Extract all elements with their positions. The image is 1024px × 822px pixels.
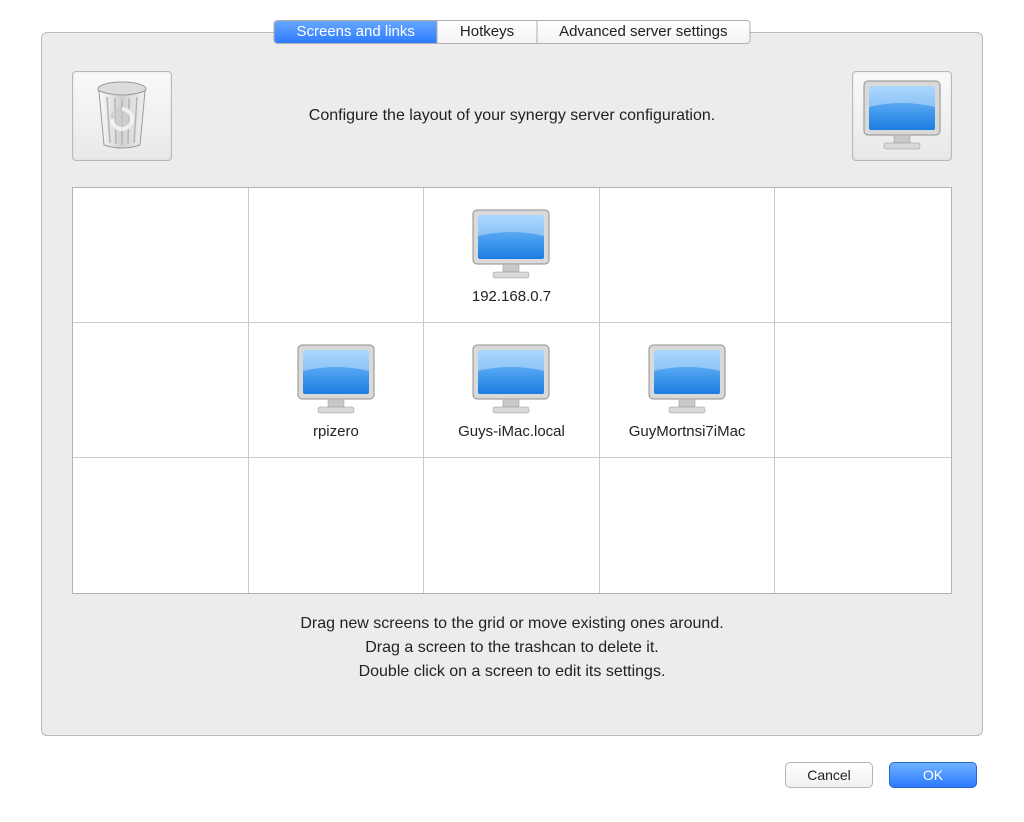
- footer-line: Drag new screens to the grid or move exi…: [42, 612, 982, 636]
- grid-cell[interactable]: [775, 458, 951, 593]
- trashcan-icon: [91, 81, 153, 151]
- monitor-icon: [645, 341, 729, 419]
- monitor-icon: [294, 341, 378, 419]
- grid-cell[interactable]: [249, 458, 425, 593]
- footer-instructions: Drag new screens to the grid or move exi…: [42, 612, 982, 684]
- tab-hotkeys[interactable]: Hotkeys: [438, 21, 537, 43]
- grid-cell-screen[interactable]: 192.168.0.7: [424, 188, 600, 323]
- tab-screens-and-links[interactable]: Screens and links: [274, 21, 437, 43]
- tab-bar: Screens and links Hotkeys Advanced serve…: [273, 20, 750, 44]
- header-instruction: Configure the layout of your synergy ser…: [172, 107, 852, 125]
- server-config-dialog: Screens and links Hotkeys Advanced serve…: [17, 6, 1007, 806]
- dialog-buttons: Cancel OK: [785, 762, 977, 788]
- monitor-icon: [469, 341, 553, 419]
- grid-cell-screen[interactable]: GuyMortnsi7iMac: [600, 323, 776, 458]
- grid-cell[interactable]: [73, 323, 249, 458]
- grid-cell[interactable]: [775, 323, 951, 458]
- grid-cell[interactable]: [600, 188, 776, 323]
- monitor-icon: [469, 206, 553, 284]
- grid-cell-screen[interactable]: Guys-iMac.local: [424, 323, 600, 458]
- screen-label: 192.168.0.7: [472, 288, 551, 305]
- cancel-button[interactable]: Cancel: [785, 762, 873, 788]
- footer-line: Double click on a screen to edit its set…: [42, 660, 982, 684]
- grid-cell-screen[interactable]: rpizero: [249, 323, 425, 458]
- grid-cell[interactable]: [600, 458, 776, 593]
- grid-cell[interactable]: [73, 458, 249, 593]
- screen-label: GuyMortnsi7iMac: [629, 423, 746, 440]
- footer-line: Drag a screen to the trashcan to delete …: [42, 636, 982, 660]
- top-area: Configure the layout of your synergy ser…: [42, 57, 982, 181]
- screen-grid[interactable]: 192.168.0.7 rpizero: [72, 187, 952, 594]
- grid-cell[interactable]: [424, 458, 600, 593]
- grid-cell[interactable]: [73, 188, 249, 323]
- grid-cell[interactable]: [249, 188, 425, 323]
- tab-advanced-server-settings[interactable]: Advanced server settings: [537, 21, 749, 43]
- monitor-icon: [860, 77, 944, 155]
- grid-cell[interactable]: [775, 188, 951, 323]
- panel-screens-and-links: Configure the layout of your synergy ser…: [41, 32, 983, 736]
- new-screen-source[interactable]: [852, 71, 952, 161]
- screen-label: rpizero: [313, 423, 359, 440]
- trashcan-drop-target[interactable]: [72, 71, 172, 161]
- screen-label: Guys-iMac.local: [458, 423, 565, 440]
- ok-button[interactable]: OK: [889, 762, 977, 788]
